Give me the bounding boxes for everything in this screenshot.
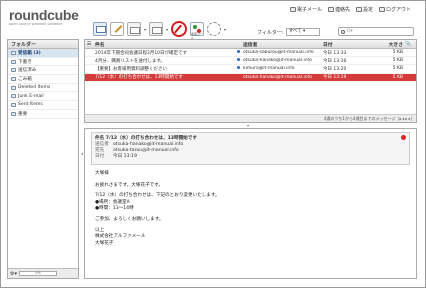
flag-icon[interactable] [401, 135, 406, 140]
junk-green-icon [193, 25, 198, 29]
top-menu: 電子メール 連絡先 設定 ログアウト [289, 6, 411, 13]
row-date: 今日 13:16 [323, 58, 347, 64]
filter-label: フィルター: [257, 29, 284, 36]
row-size: 5 KB [392, 50, 403, 56]
forward-button[interactable] [149, 22, 164, 36]
reply-button[interactable] [127, 22, 141, 36]
folder-settings-gear-icon[interactable]: ⚙▾ [10, 271, 17, 277]
inbox-icon [11, 50, 16, 55]
more-actions-gear-icon[interactable] [207, 22, 222, 36]
row-from: otsuka-hanako@it-manual.info [243, 74, 312, 80]
row-from: kimura@it-manual.info [243, 66, 295, 72]
thread-toggle-icon[interactable]: ☰ [85, 42, 93, 47]
row-date: 今日 13:33 [323, 50, 347, 56]
table-row[interactable]: 【重要】お客様用資料調整ください kimura@it-manual.info 今… [85, 65, 416, 74]
message-headers: 件名 7/12（水）の打ち合わせは、13時開始です 送信者 otsuka-hana… [91, 132, 410, 165]
folder-important[interactable]: 重要 [8, 110, 78, 119]
folder-icon [11, 85, 16, 90]
column-size[interactable]: 大きさ [379, 41, 405, 48]
folder-pane: フォルダー 受信箱 (3) 下書き 送信済み ごみ箱 Deleted Items… [7, 39, 79, 279]
row-subject: 4月分、購買リストを送付します。 [95, 58, 165, 64]
toolbar: ▾ ▾ 迷惑メール ▾ [93, 21, 226, 40]
column-subject[interactable]: 件名 [93, 41, 237, 48]
reply-dropdown-icon[interactable]: ▾ [144, 27, 146, 32]
pagination-icons[interactable]: |◂ ◂ ▸ ▸| [397, 116, 412, 121]
get-mail-button[interactable] [93, 22, 107, 36]
preview-pane: 件名 7/12（水）の打ち合わせは、13時開始です 送信者 otsuka-hana… [84, 128, 417, 279]
preview-date: 今日 13:19 [113, 154, 137, 160]
table-row[interactable]: 2014年下期合同会議日程2月10日が確定です otsuka-saburou@i… [85, 49, 416, 58]
settings-icon [355, 7, 362, 12]
row-date: 今日 13:20 [323, 66, 347, 72]
folder-deleted-items[interactable]: Deleted Items [8, 84, 78, 93]
row-subject: 【重要】お客様用資料調整ください [95, 66, 167, 72]
row-size: 5 KB [392, 74, 403, 80]
app-window: roundcube open source webmail software 電… [0, 0, 426, 288]
column-date[interactable]: 日付 [323, 41, 379, 48]
message-list: ☰ 件名 送信者 日付 大きさ 📎 2014年下期合同会議日程2月10日が確定で… [84, 39, 417, 123]
menu-mail[interactable]: 電子メール [289, 6, 322, 13]
compose-button[interactable] [110, 22, 124, 36]
quota-bar: 0% [19, 271, 57, 276]
table-row-selected[interactable]: 7/12（水）の打ち合わせは、13時開始です otsuka-hanako@it-… [85, 73, 416, 82]
folder-header: フォルダー [8, 40, 78, 49]
folder-inbox[interactable]: 受信箱 (3) [8, 49, 78, 58]
row-subject: 2014年下期合同会議日程2月10日が確定です [95, 50, 188, 56]
trash-icon [11, 76, 16, 81]
vertical-splitter[interactable]: ◂ [81, 151, 83, 156]
filter: フィルター: すべて ▾ [257, 28, 320, 36]
forward-dropdown-icon[interactable]: ▾ [166, 27, 168, 32]
menu-contacts[interactable]: 連絡先 [327, 6, 350, 13]
row-size: 5 KB [392, 66, 403, 72]
logo: roundcube open source webmail software [9, 7, 79, 26]
logo-text: roundcube [9, 7, 79, 23]
menu-logout[interactable]: ログアウト [378, 6, 411, 13]
folder-footer: ⚙▾ 0% [8, 268, 78, 278]
unread-dot-icon [237, 50, 240, 54]
search-input[interactable]: Q▾ [338, 27, 414, 36]
search-options-label: Q▾ [347, 29, 353, 34]
junk-button[interactable]: 迷惑メール [190, 22, 205, 40]
row-subject: 7/12（水）の打ち合わせは、13時開始です [95, 75, 183, 81]
contacts-icon [327, 7, 334, 12]
message-list-header: ☰ 件名 送信者 日付 大きさ 📎 [85, 40, 416, 49]
folder-icon [11, 102, 16, 107]
row-size: 5 KB [392, 58, 403, 64]
mail-icon [289, 7, 296, 12]
folder-sent-items[interactable]: Sent Items [8, 101, 78, 110]
unread-dot-icon [237, 66, 240, 70]
folder-icon [11, 94, 16, 99]
more-dropdown-icon[interactable]: ▾ [224, 27, 226, 32]
preview-subject: 件名 7/12（水）の打ち合わせは、13時開始です [95, 136, 197, 141]
folder-junk[interactable]: Junk E-mail [8, 92, 78, 102]
folder-sent[interactable]: 送信済み [8, 66, 78, 76]
row-from: otsuka-hanako@it-manual.info [243, 58, 312, 64]
folder-icon [11, 111, 16, 116]
folder-drafts[interactable]: 下書き [8, 58, 78, 67]
folder-trash[interactable]: ごみ箱 [8, 75, 78, 84]
sent-icon [11, 68, 16, 73]
list-status-bar: 4通のうち1から4通目までのメッセージ |◂ ◂ ▸ ▸| [85, 114, 416, 122]
search-icon [341, 29, 345, 34]
unread-dot-icon [237, 58, 240, 62]
menu-settings[interactable]: 設定 [355, 6, 373, 13]
list-status-text: 4通のうち1から4通目までのメッセージ [323, 115, 396, 121]
row-from: otsuka-saburou@it-manual.info [243, 50, 314, 56]
attachment-column-icon: 📎 [405, 41, 411, 47]
filter-select[interactable]: すべて ▾ [285, 28, 320, 36]
message-body: 大塚様 お疲れさまです。大塚花子です。 7/12（水）の打ち合わせは、下記のとお… [95, 171, 220, 246]
row-date: 今日 13:19 [323, 75, 347, 81]
table-row[interactable]: 4月分、購買リストを送付します。 otsuka-hanako@it-manual… [85, 57, 416, 66]
column-from[interactable]: 送信者 [243, 41, 323, 48]
logout-icon [378, 7, 385, 12]
delete-button[interactable] [171, 21, 188, 37]
drafts-icon [11, 59, 16, 64]
